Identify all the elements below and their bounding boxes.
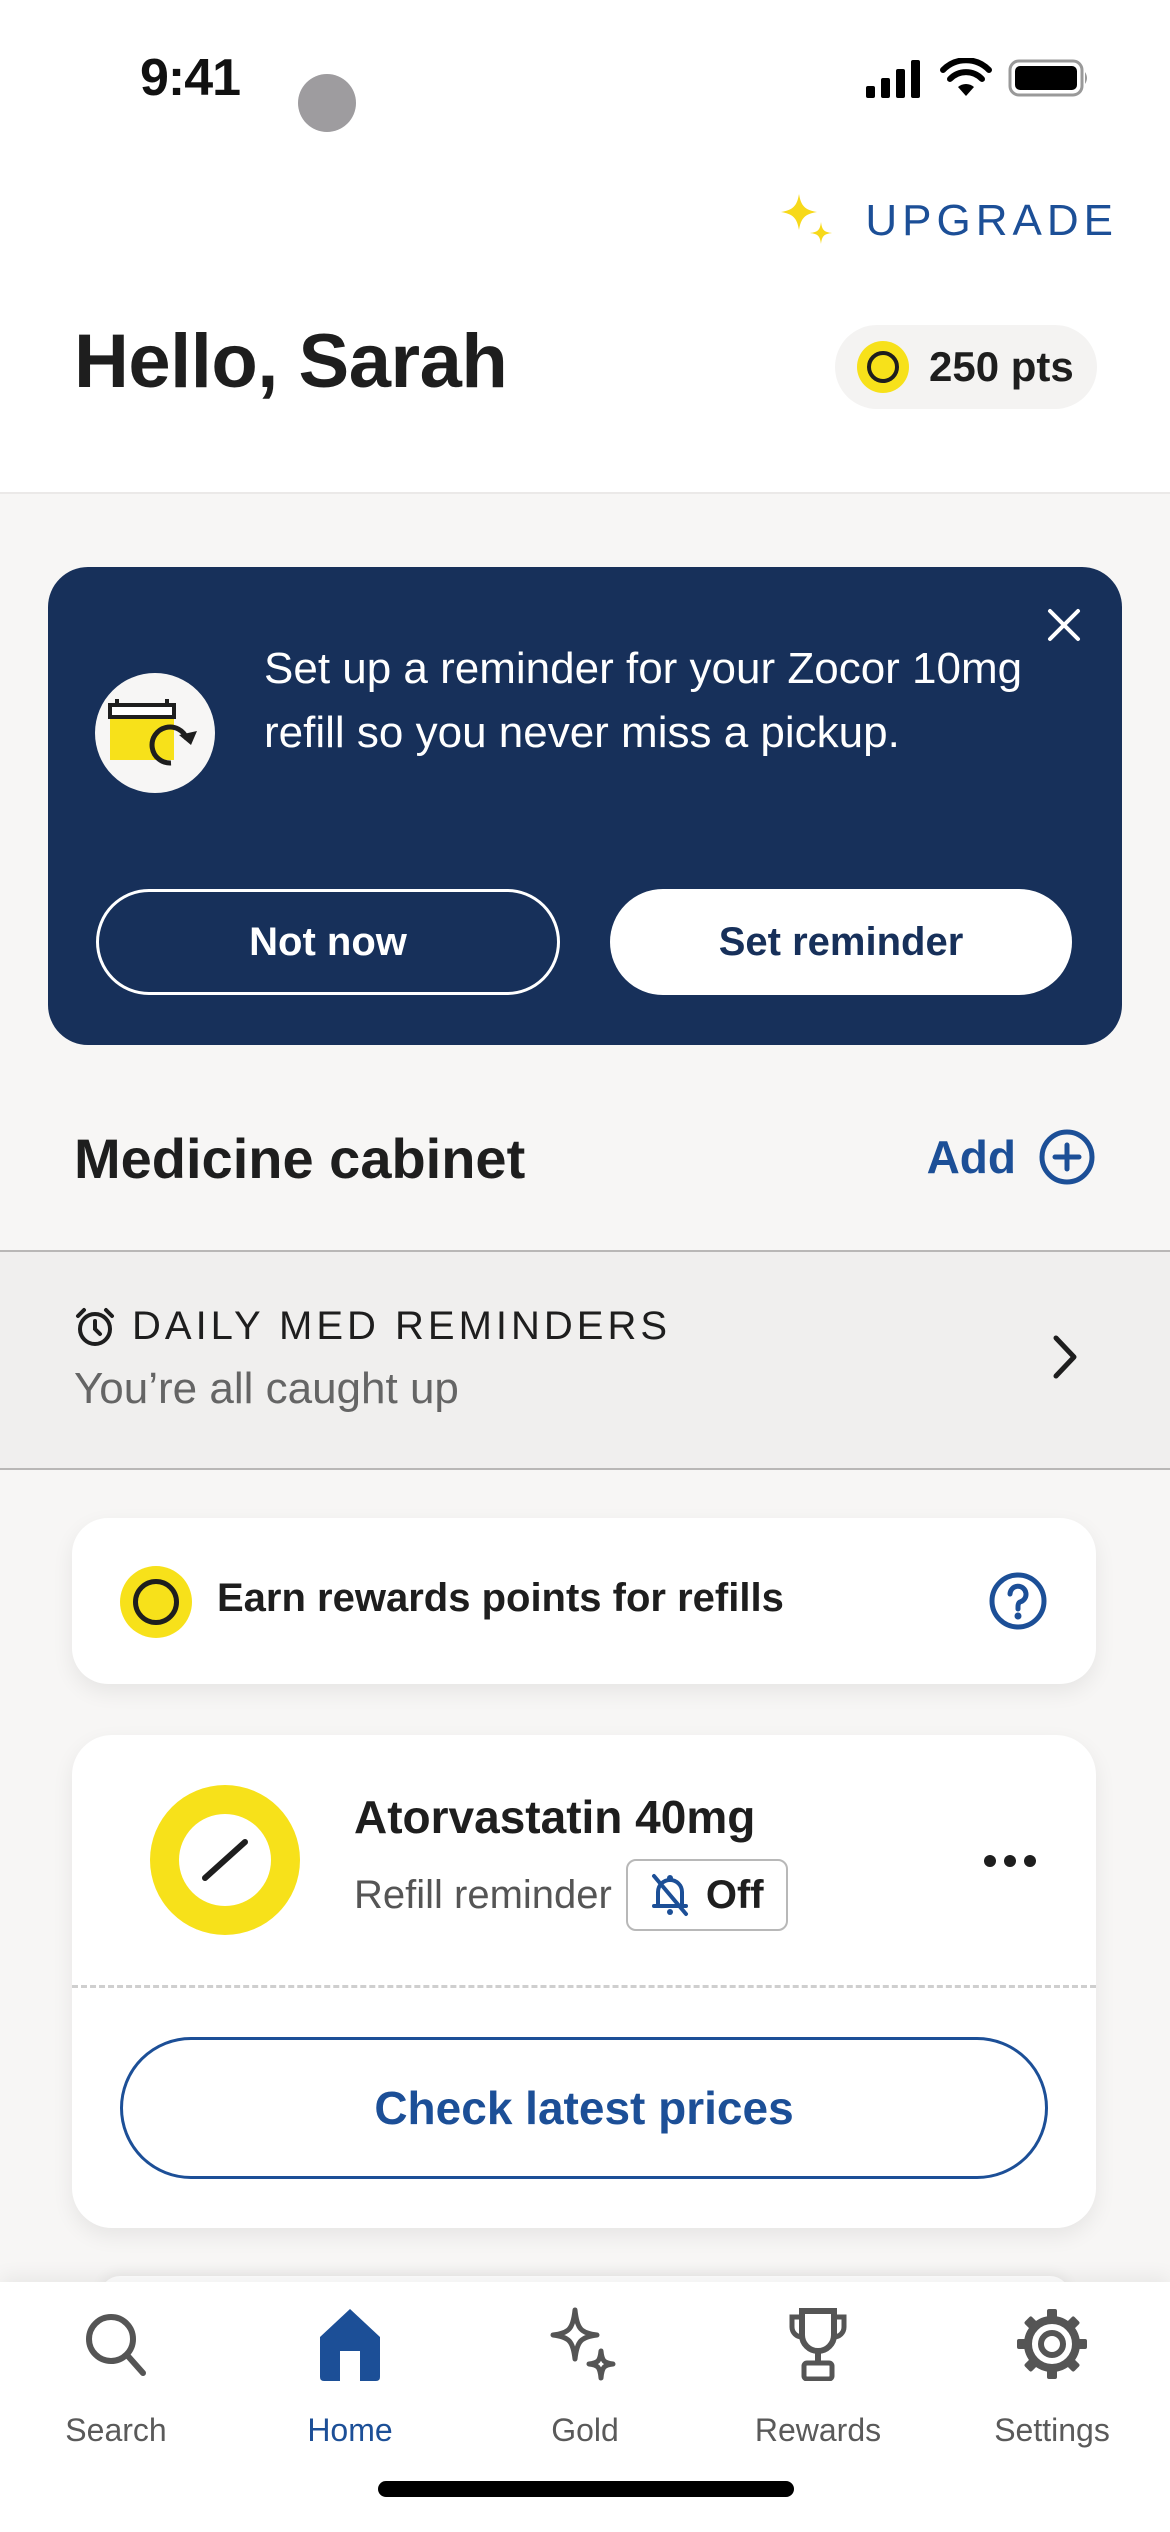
more-dot [984,1855,996,1867]
card-divider [72,1985,1096,1988]
pill-icon [150,1785,300,1935]
add-medication-button[interactable]: Add [927,1128,1096,1186]
rewards-info-card: Earn rewards points for refills [72,1518,1096,1684]
search-icon [86,2314,146,2376]
wifi-icon [940,58,992,96]
bell-off-icon [651,1874,688,1916]
check-latest-prices-button[interactable]: Check latest prices [120,2037,1048,2179]
refill-reminder-row: Refill reminder Off [354,1859,788,1931]
upgrade-label: UPGRADE [865,196,1118,245]
refill-reminder-banner: Set up a reminder for your Zocor 10mg re… [48,567,1122,1045]
tab-label: Settings [994,2412,1110,2448]
camera-indicator [298,74,356,132]
home-icon [320,2309,380,2381]
refill-reminder-label: Refill reminder [354,1872,612,1917]
daily-reminders-status: You’re all caught up [74,1364,459,1413]
rewards-card-text: Earn rewards points for refills [217,1576,784,1620]
calendar-refill-icon [95,673,215,793]
question-circle-icon [989,1572,1047,1630]
more-dot [1024,1855,1036,1867]
help-button[interactable] [988,1571,1048,1636]
tab-settings[interactable]: Settings [952,2304,1152,2449]
tab-home[interactable]: Home [250,2304,450,2449]
more-dot [1004,1855,1016,1867]
tab-search[interactable]: Search [16,2304,216,2449]
medication-name: Atorvastatin 40mg [354,1791,756,1843]
rewards-coin-icon [857,341,909,393]
status-icons [864,58,1090,98]
tab-label: Gold [551,2412,619,2448]
status-time: 9:41 [140,49,241,107]
tab-label: Rewards [754,2412,882,2448]
not-now-button[interactable]: Not now [96,889,560,995]
sparkles-icon [550,2307,616,2381]
banner-message: Set up a reminder for your Zocor 10mg re… [264,644,1023,757]
close-banner-button[interactable] [1036,597,1092,653]
chevron-right-icon [1053,1335,1077,1379]
medication-card: Atorvastatin 40mg Refill reminder Off Ch… [72,1735,1096,2228]
daily-med-reminders-row[interactable]: DAILY MED REMINDERS You’re all caught up [0,1250,1170,1470]
alarm-clock-icon [76,1307,114,1346]
rewards-coin-icon [120,1566,192,1638]
tab-rewards[interactable]: Rewards [718,2304,918,2449]
trophy-icon [789,2308,847,2381]
tab-label: Search [65,2412,167,2448]
tab-gold[interactable]: Gold [485,2304,685,2449]
close-icon [1048,609,1080,641]
points-badge[interactable]: 250 pts [835,325,1097,409]
greeting-title: Hello, Sarah [74,319,508,404]
medicine-cabinet-title: Medicine cabinet [74,1127,526,1190]
gear-icon [1017,2309,1087,2379]
plus-circle-icon [1039,1129,1095,1185]
refill-reminder-toggle[interactable]: Off [625,1859,788,1931]
sparkles-icon [781,194,833,244]
cellular-signal-icon [866,60,920,98]
daily-reminders-header: DAILY MED REMINDERS [74,1304,671,1349]
tab-label: Home [307,2412,393,2448]
home-indicator [378,2481,794,2497]
set-reminder-button[interactable]: Set reminder [610,889,1072,995]
battery-icon [1008,59,1087,97]
points-value: 250 pts [929,343,1074,390]
add-label: Add [926,1131,1016,1183]
refill-reminder-state: Off [705,1872,764,1917]
header: 9:41 UPGRADE Hello, Sarah 250 pts [0,0,1170,494]
daily-reminders-title: DAILY MED REMINDERS [132,1304,672,1348]
more-options-button[interactable] [974,1845,1046,1877]
upgrade-button[interactable]: UPGRADE [777,190,1118,252]
